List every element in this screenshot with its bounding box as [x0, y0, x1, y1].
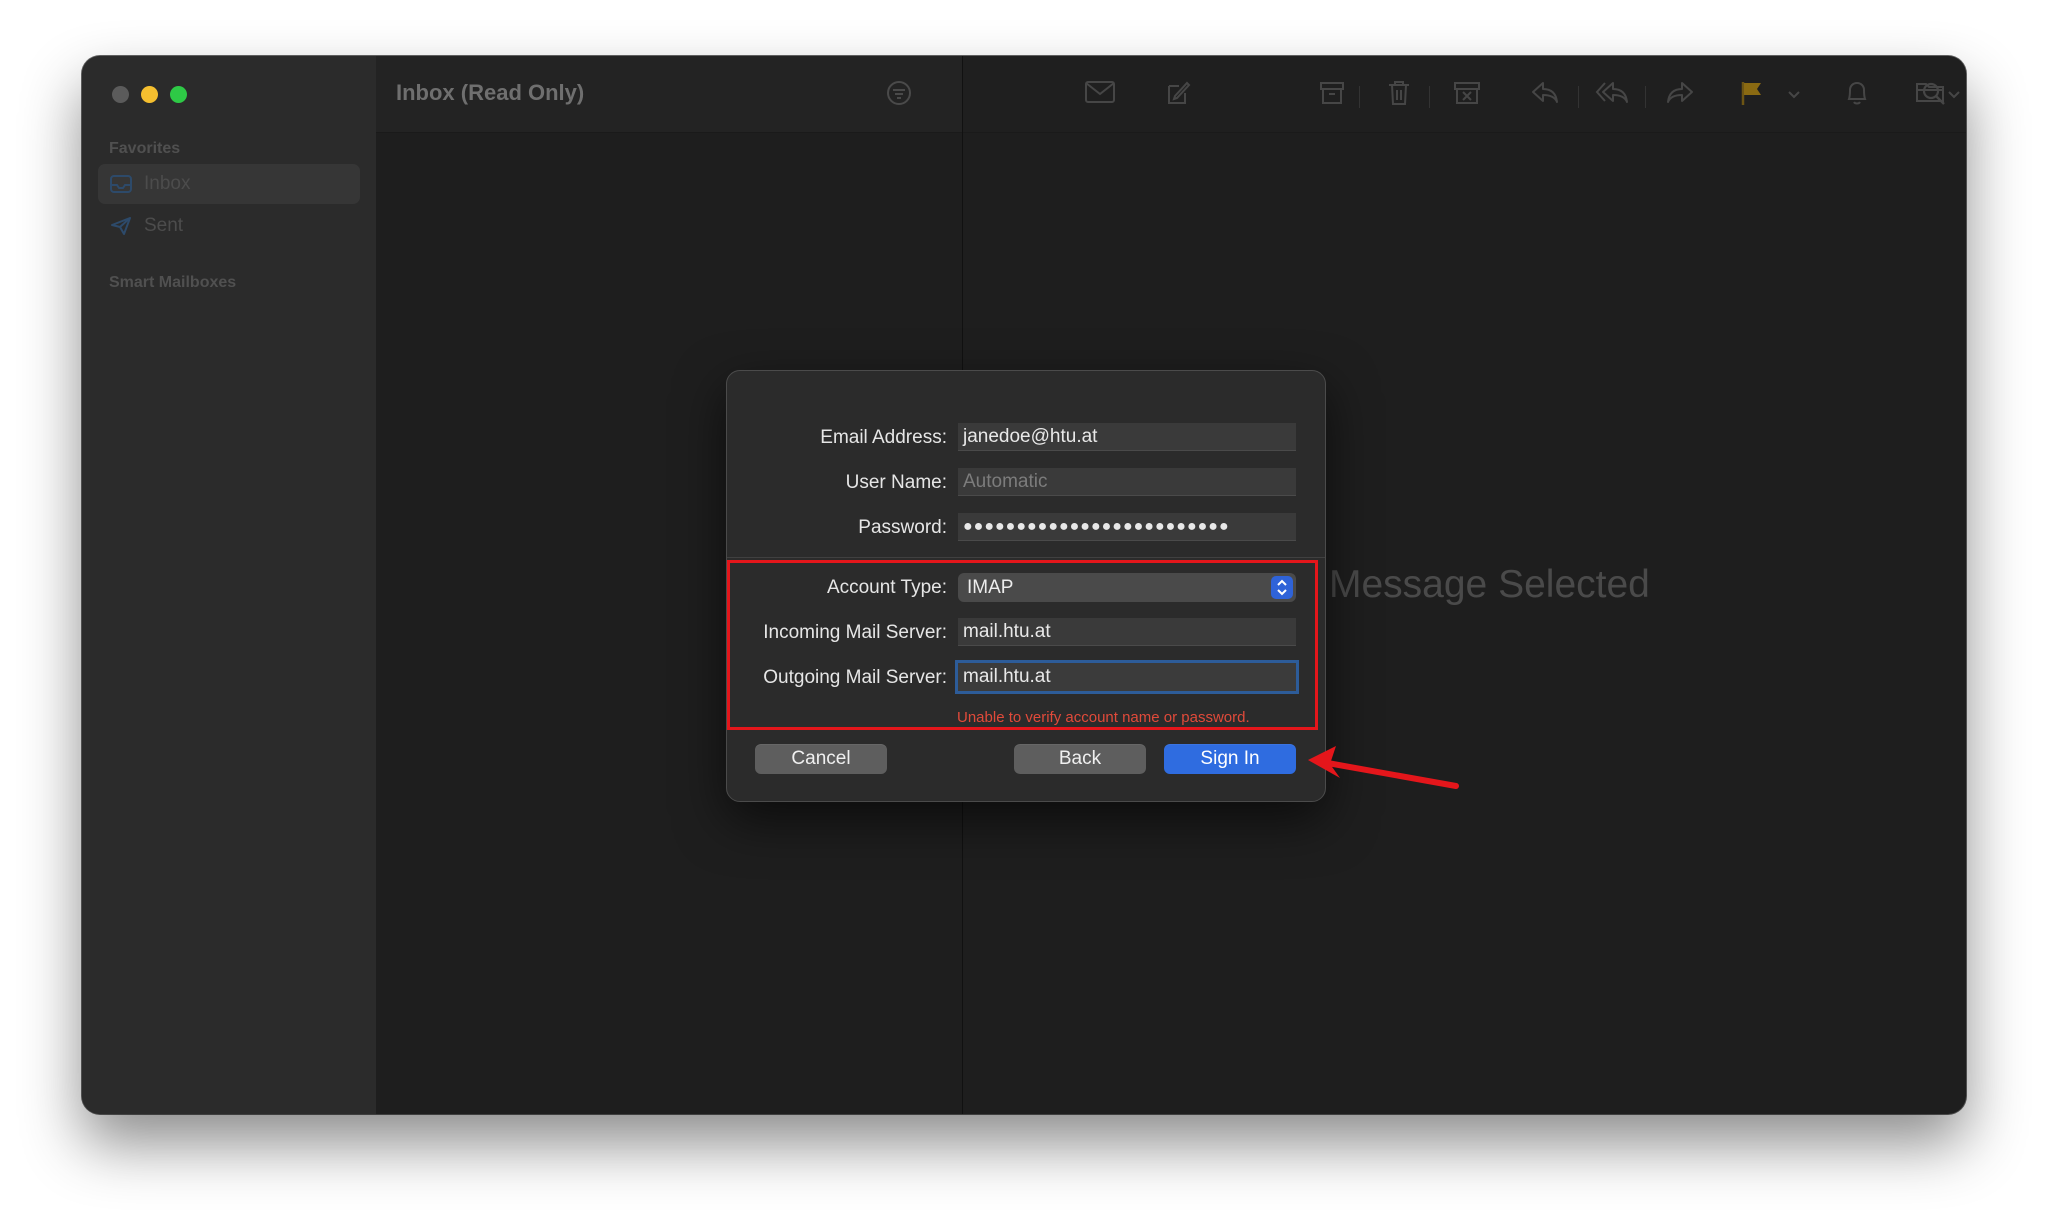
chevron-down-icon[interactable] — [1787, 90, 1801, 100]
sign-in-button[interactable]: Sign In — [1164, 744, 1296, 774]
username-label: User Name: — [845, 472, 947, 493]
filter-icon[interactable] — [886, 80, 912, 106]
dialog-divider — [727, 557, 1325, 558]
minimize-window-button[interactable] — [141, 86, 158, 103]
reply-icon[interactable] — [1531, 80, 1559, 104]
password-row: Password: ●●●●●●●●●●●●●●●●●●●●●●●●● — [727, 513, 1325, 543]
username-row: User Name: Automatic — [727, 468, 1325, 498]
envelope-icon[interactable] — [1085, 80, 1115, 104]
junk-icon[interactable] — [1453, 80, 1481, 106]
annotation-highlight-box — [727, 560, 1318, 730]
window-title: Inbox (Read Only) — [396, 80, 585, 105]
inbox-tray-icon — [110, 175, 132, 193]
sidebar-item-label: Sent — [144, 215, 184, 236]
sidebar-section-smart-mailboxes: Smart Mailboxes — [109, 274, 237, 291]
annotation-arrow-icon — [1308, 746, 1459, 789]
chevron-down-icon[interactable] — [1947, 90, 1961, 100]
compose-icon[interactable] — [1165, 80, 1191, 106]
password-field[interactable]: ●●●●●●●●●●●●●●●●●●●●●●●●● — [958, 513, 1296, 541]
sidebar: Favorites Inbox Sent Smart Mailboxes — [82, 56, 376, 1114]
traffic-lights — [112, 86, 187, 103]
archive-icon[interactable] — [1319, 80, 1345, 106]
email-label: Email Address: — [820, 427, 947, 448]
paper-plane-icon — [111, 217, 131, 235]
zoom-window-button[interactable] — [170, 86, 187, 103]
close-window-button[interactable] — [112, 86, 129, 103]
forward-icon[interactable] — [1666, 80, 1694, 104]
username-field[interactable]: Automatic — [958, 468, 1296, 496]
toolbar-title-area: Inbox (Read Only) — [376, 56, 962, 133]
password-label: Password: — [858, 517, 947, 538]
bell-icon[interactable] — [1845, 80, 1869, 106]
trash-icon[interactable] — [1387, 80, 1411, 106]
toolbar — [963, 56, 1966, 133]
email-row: Email Address: janedoe@htu.at — [727, 423, 1325, 453]
sidebar-item-label: Inbox — [144, 173, 191, 194]
back-button[interactable]: Back — [1014, 744, 1146, 774]
email-field[interactable]: janedoe@htu.at — [958, 423, 1296, 451]
sidebar-section-favorites: Favorites — [109, 140, 181, 157]
flag-icon[interactable] — [1740, 80, 1764, 106]
account-setup-dialog: Email Address: janedoe@htu.at User Name:… — [726, 370, 1326, 802]
search-icon[interactable] — [1921, 81, 1947, 107]
no-message-selected-text: Message Selected — [1329, 563, 1650, 606]
cancel-button[interactable]: Cancel — [755, 744, 887, 774]
reply-all-icon[interactable] — [1595, 80, 1629, 104]
sidebar-item-inbox[interactable]: Inbox — [98, 164, 360, 204]
sidebar-item-sent[interactable]: Sent — [98, 206, 360, 246]
